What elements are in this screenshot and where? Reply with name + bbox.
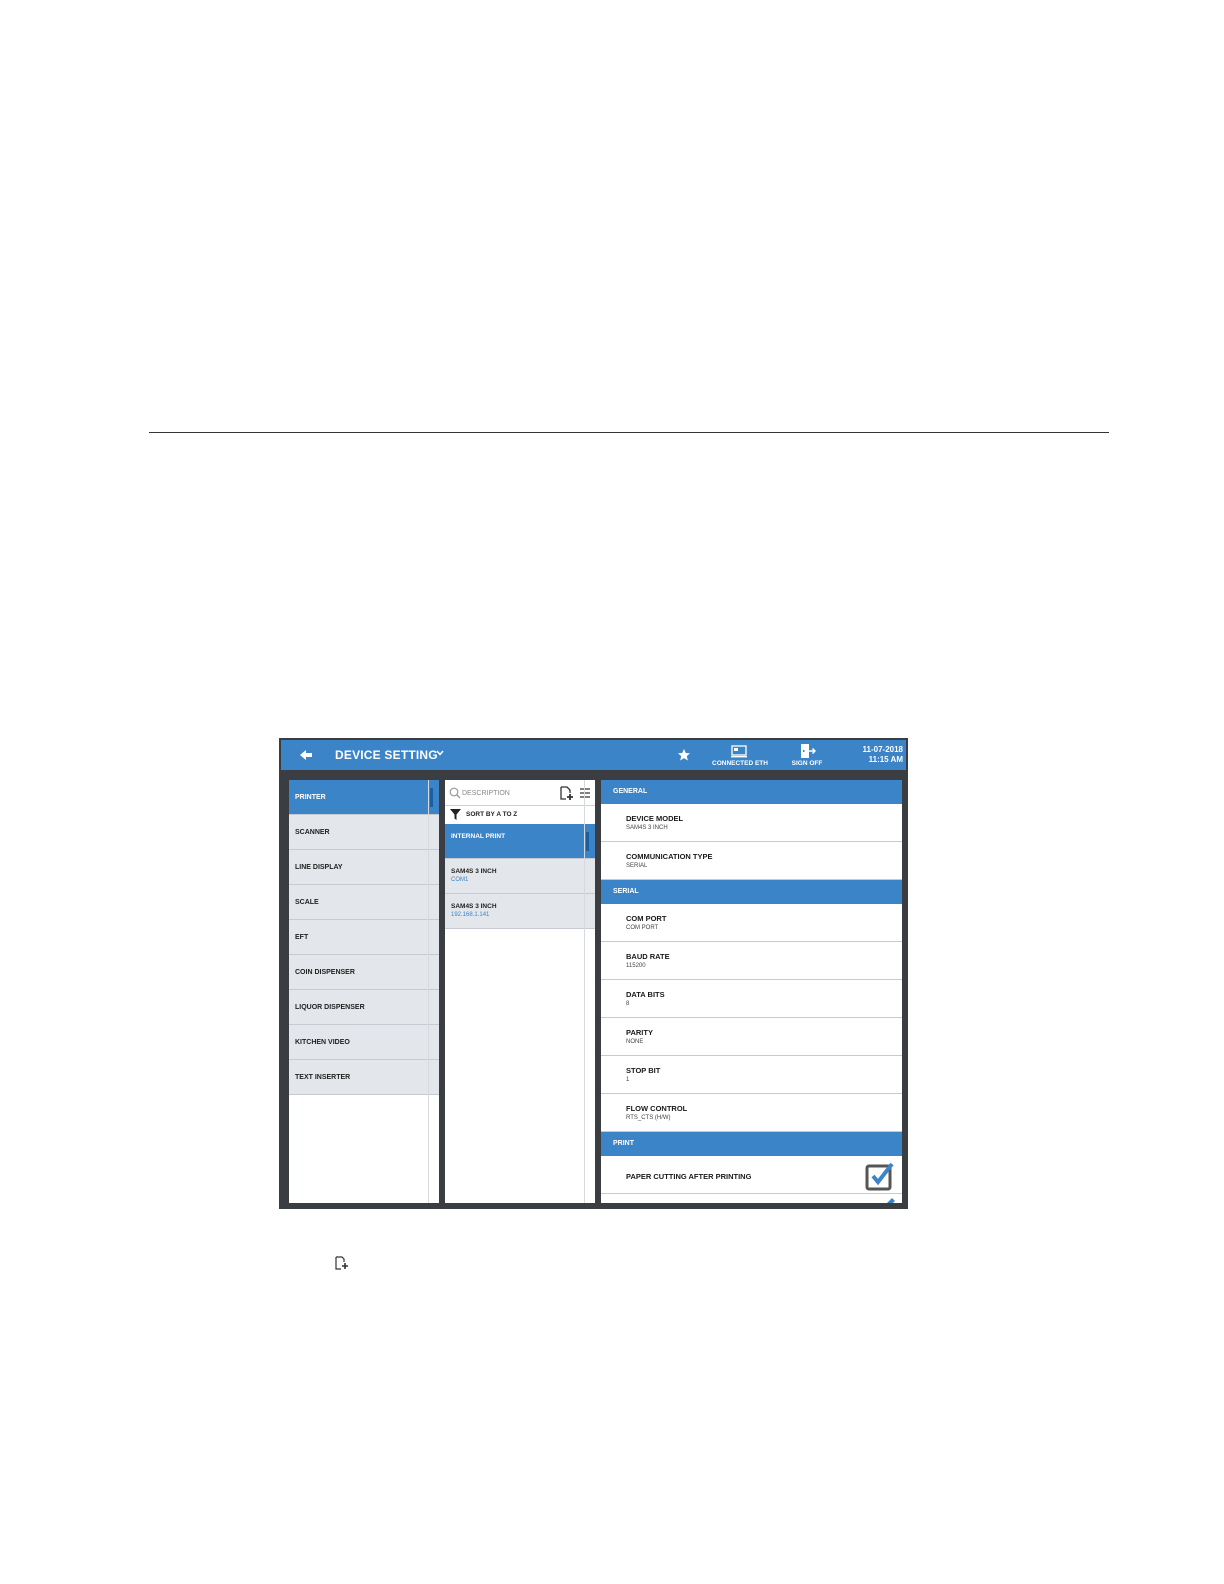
category-item-text-inserter[interactable]: TEXT INSERTER bbox=[289, 1060, 439, 1095]
setting-title: STOP BIT bbox=[626, 1066, 661, 1075]
selection-marker bbox=[430, 788, 433, 807]
section-header-print: PRINT bbox=[601, 1132, 902, 1156]
setting-value: SERIAL bbox=[626, 863, 648, 869]
device-item[interactable]: SAM4S 3 INCH COM1 bbox=[445, 859, 595, 894]
setting-data-bits[interactable]: DATA BITS 8 bbox=[601, 980, 902, 1018]
setting-device-model[interactable]: DEVICE MODEL SAM4S 3 INCH bbox=[601, 804, 902, 842]
category-label: EFT bbox=[295, 934, 309, 941]
header-bar: DEVICE SETTING CONNECTED ETH SIGN OFF 11… bbox=[281, 740, 906, 770]
setting-flow-control[interactable]: FLOW CONTROL RTS_CTS (H/W) bbox=[601, 1094, 902, 1132]
time-text: 11:15 AM bbox=[868, 755, 903, 764]
setting-title: COMMUNICATION TYPE bbox=[626, 852, 713, 861]
device-setting-screen: DEVICE SETTING CONNECTED ETH SIGN OFF 11… bbox=[279, 738, 908, 1209]
setting-title: PAPER CUTTING AFTER PRINTING bbox=[626, 1172, 752, 1181]
page-title[interactable]: DEVICE SETTING bbox=[335, 748, 438, 762]
checkbox-checked-icon[interactable] bbox=[865, 1161, 895, 1191]
section-header-serial: SERIAL bbox=[601, 880, 902, 904]
category-label: SCANNER bbox=[295, 829, 330, 836]
category-item-scanner[interactable]: SCANNER bbox=[289, 815, 439, 850]
sort-control[interactable]: SORT BY A TO Z bbox=[445, 806, 595, 824]
device-settings-panel: GENERAL DEVICE MODEL SAM4S 3 INCH COMMUN… bbox=[601, 780, 902, 1203]
device-name: SAM4S 3 INCH bbox=[451, 868, 497, 875]
pencil-icon bbox=[887, 1198, 895, 1203]
sign-off-icon bbox=[801, 744, 816, 758]
setting-title: DEVICE MODEL bbox=[626, 814, 684, 823]
device-name: INTERNAL PRINT bbox=[451, 833, 506, 840]
category-label: SCALE bbox=[295, 899, 319, 906]
device-list-panel: SORT BY A TO Z INTERNAL PRINT SAM4S 3 IN… bbox=[445, 780, 595, 1203]
setting-value: 1 bbox=[626, 1077, 630, 1083]
device-item-internal-print[interactable]: INTERNAL PRINT bbox=[445, 824, 595, 859]
category-label: LINE DISPLAY bbox=[295, 864, 343, 871]
device-name: SAM4S 3 INCH bbox=[451, 903, 497, 910]
category-item-scale[interactable]: SCALE bbox=[289, 885, 439, 920]
setting-com-port[interactable]: COM PORT COM PORT bbox=[601, 904, 902, 942]
menu-icon[interactable] bbox=[579, 787, 591, 799]
sign-off-label: SIGN OFF bbox=[791, 760, 823, 767]
connection-label: CONNECTED ETH bbox=[712, 760, 768, 767]
setting-value: COM PORT bbox=[626, 925, 659, 931]
search-bar bbox=[445, 780, 595, 806]
setting-title: FLOW CONTROL bbox=[626, 1104, 688, 1113]
scroll-track bbox=[584, 780, 585, 1203]
datetime: 11-07-2018 11:15 AM bbox=[847, 745, 903, 765]
setting-stop-bit[interactable]: STOP BIT 1 bbox=[601, 1056, 902, 1094]
setting-parity[interactable]: PARITY NONE bbox=[601, 1018, 902, 1056]
search-input[interactable] bbox=[462, 786, 552, 800]
category-item-coin-dispenser[interactable]: COIN DISPENSER bbox=[289, 955, 439, 990]
search-icon bbox=[449, 787, 461, 799]
category-item-liquor-dispenser[interactable]: LIQUOR DISPENSER bbox=[289, 990, 439, 1025]
scroll-track bbox=[428, 780, 429, 1203]
device-port: COM1 bbox=[451, 877, 469, 883]
section-header-general: GENERAL bbox=[601, 780, 902, 804]
device-address: 192.168.1.141 bbox=[451, 912, 490, 918]
sign-off-button[interactable]: SIGN OFF bbox=[787, 742, 827, 770]
setting-value: 8 bbox=[626, 1001, 630, 1007]
setting-paper-cutting[interactable]: PAPER CUTTING AFTER PRINTING bbox=[601, 1156, 902, 1194]
category-label: COIN DISPENSER bbox=[295, 969, 355, 976]
device-item[interactable]: SAM4S 3 INCH 192.168.1.141 bbox=[445, 894, 595, 929]
chevron-down-icon[interactable] bbox=[435, 748, 445, 758]
category-item-eft[interactable]: EFT bbox=[289, 920, 439, 955]
category-label: LIQUOR DISPENSER bbox=[295, 1004, 365, 1011]
setting-value: NONE bbox=[626, 1039, 644, 1045]
category-item-line-display[interactable]: LINE DISPLAY bbox=[289, 850, 439, 885]
horizontal-rule bbox=[149, 432, 1109, 433]
back-arrow-icon[interactable] bbox=[299, 748, 313, 762]
selection-marker bbox=[586, 832, 589, 851]
category-label: TEXT INSERTER bbox=[295, 1074, 351, 1081]
category-label: KITCHEN VIDEO bbox=[295, 1039, 350, 1046]
filter-icon bbox=[450, 809, 461, 820]
setting-title: DATA BITS bbox=[626, 990, 665, 999]
setting-title: COM PORT bbox=[626, 914, 667, 923]
setting-value: 115200 bbox=[626, 963, 646, 969]
category-item-kitchen-video[interactable]: KITCHEN VIDEO bbox=[289, 1025, 439, 1060]
setting-value: RTS_CTS (H/W) bbox=[626, 1115, 671, 1121]
ethernet-icon bbox=[731, 745, 747, 758]
setting-communication-type[interactable]: COMMUNICATION TYPE SERIAL bbox=[601, 842, 902, 880]
category-item-printer[interactable]: PRINTER bbox=[289, 780, 439, 815]
date-text: 11-07-2018 bbox=[862, 745, 903, 754]
setting-baud-rate[interactable]: BAUD RATE 115200 bbox=[601, 942, 902, 980]
add-device-icon[interactable] bbox=[558, 785, 574, 801]
category-label: PRINTER bbox=[295, 794, 326, 801]
connection-status[interactable]: CONNECTED ETH bbox=[705, 744, 775, 770]
sort-label: SORT BY A TO Z bbox=[466, 811, 518, 818]
setting-title: BAUD RATE bbox=[626, 952, 670, 961]
setting-value: SAM4S 3 INCH bbox=[626, 825, 668, 831]
add-icon bbox=[335, 1256, 348, 1270]
setting-title: PARITY bbox=[626, 1028, 653, 1037]
device-category-list: PRINTER SCANNER LINE DISPLAY SCALE EFT C… bbox=[289, 780, 439, 1203]
star-icon[interactable] bbox=[677, 748, 691, 762]
